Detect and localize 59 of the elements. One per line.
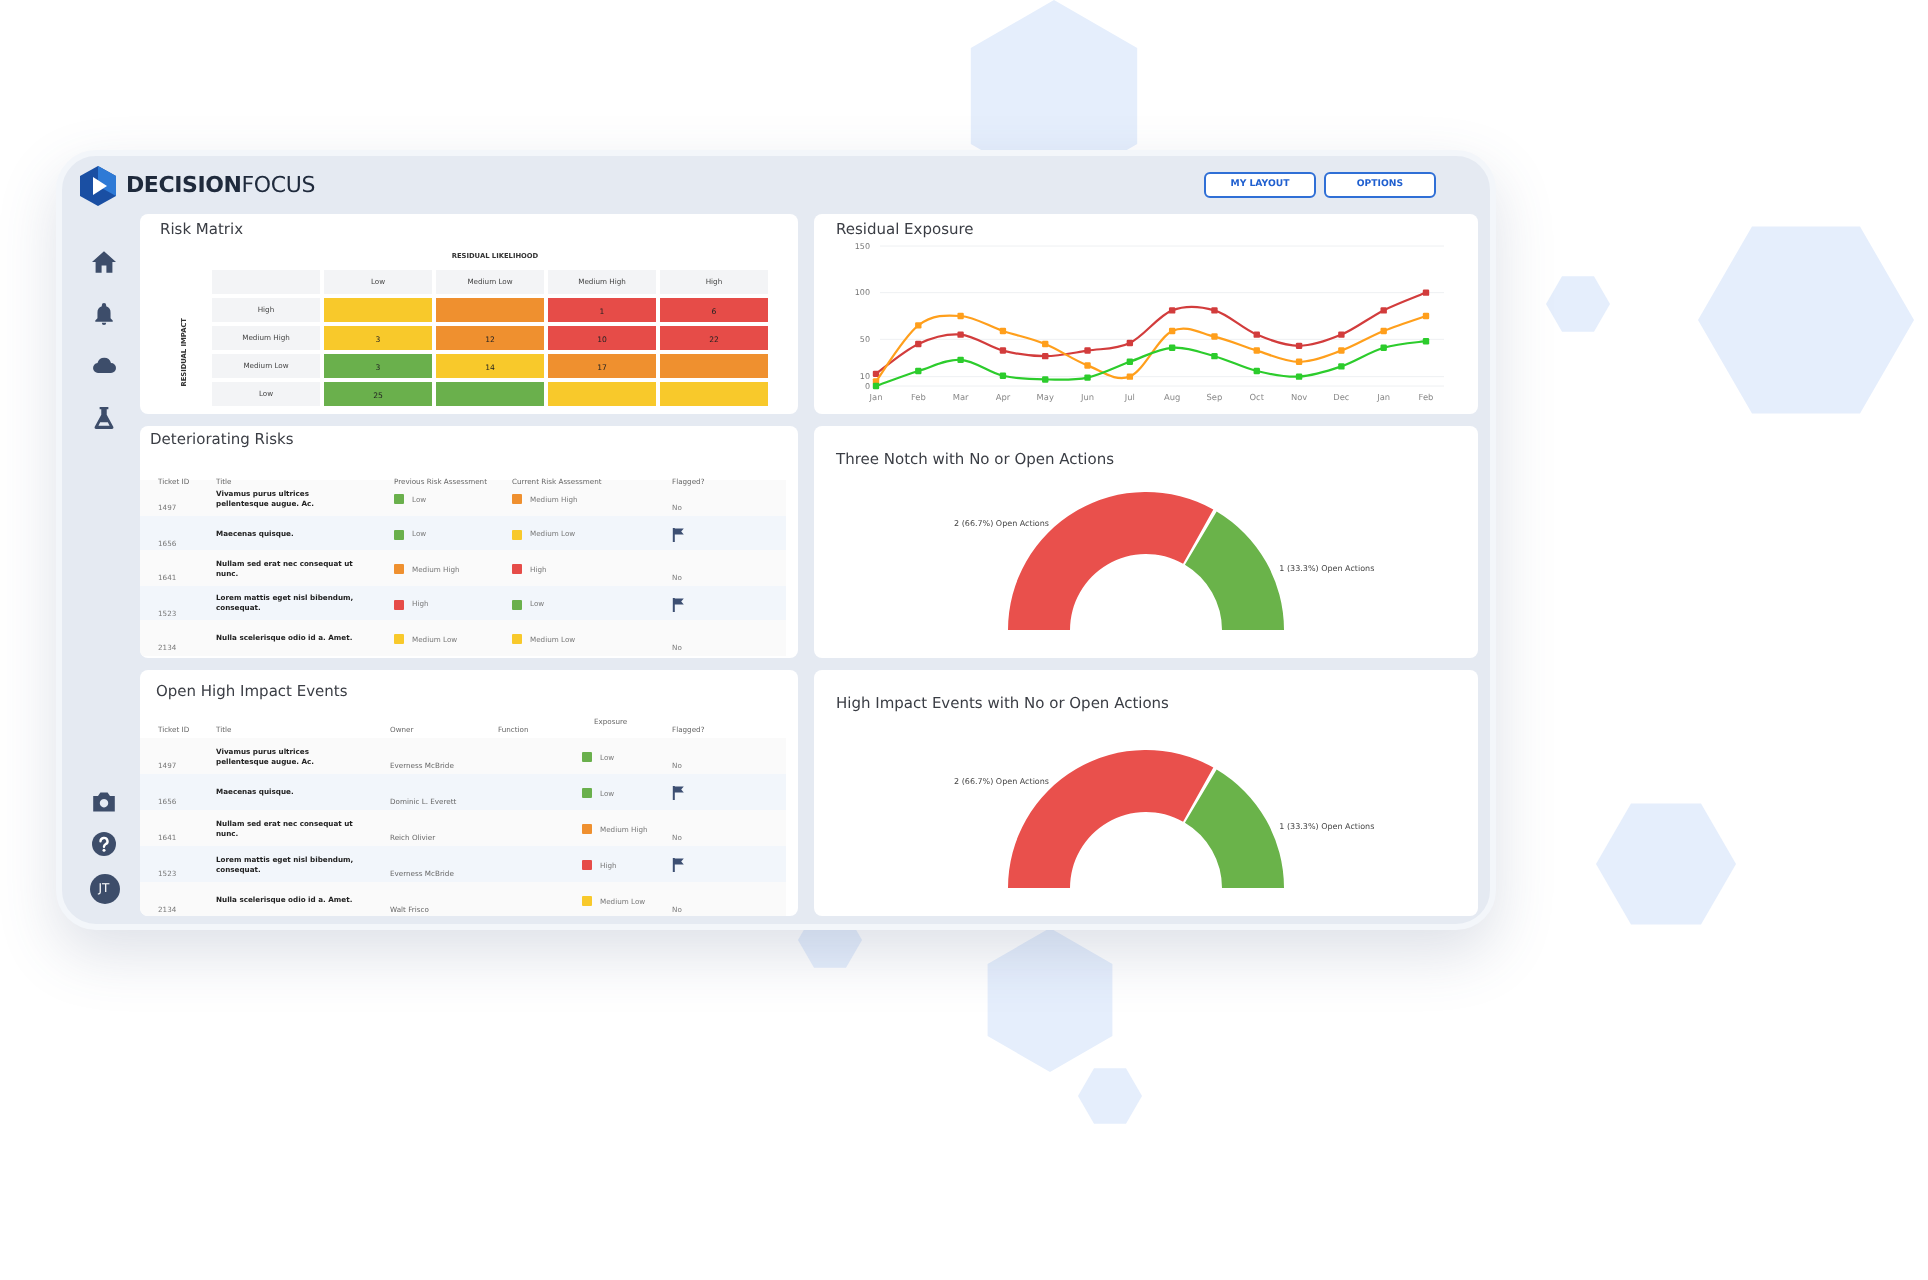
play-hexagon-icon — [80, 165, 116, 205]
data-point — [1042, 352, 1049, 360]
data-point — [1295, 358, 1303, 365]
data-point — [957, 331, 964, 338]
data-point — [1042, 340, 1049, 348]
data-point — [957, 356, 964, 364]
data-point — [999, 347, 1007, 354]
data-point — [1168, 327, 1176, 335]
matrix-cell[interactable] — [548, 382, 656, 406]
data-point — [999, 372, 1007, 379]
flag-icon[interactable] — [672, 597, 684, 612]
camera-icon[interactable] — [92, 790, 116, 814]
flag-icon[interactable] — [672, 858, 684, 872]
data-point — [1295, 373, 1303, 380]
hexagon-shape — [1546, 276, 1610, 332]
data-point — [1084, 362, 1091, 369]
data-point — [1253, 331, 1260, 338]
brand-name: DECISIONFOCUS — [126, 172, 315, 198]
matrix-cell[interactable] — [324, 298, 432, 322]
matrix-cell[interactable] — [660, 354, 768, 378]
hexagon-shape — [1596, 803, 1736, 925]
data-point — [1253, 347, 1260, 354]
matrix-cell[interactable] — [436, 382, 544, 406]
data-point — [1422, 289, 1430, 296]
data-point — [1338, 331, 1345, 338]
bell-icon[interactable] — [92, 302, 116, 326]
data-point — [1126, 358, 1134, 365]
data-point — [1422, 338, 1430, 345]
data-point — [957, 312, 964, 320]
data-point — [1126, 339, 1134, 347]
data-point — [915, 340, 922, 348]
cloud-icon[interactable] — [92, 354, 116, 378]
data-point — [915, 322, 922, 329]
data-point — [1253, 367, 1260, 375]
data-point — [1084, 347, 1091, 354]
home-icon[interactable] — [92, 250, 116, 274]
data-point — [1338, 363, 1345, 370]
data-point — [1380, 307, 1387, 314]
flag-icon[interactable] — [672, 527, 684, 542]
data-point — [1126, 373, 1134, 380]
data-point — [1211, 307, 1218, 314]
matrix-cell[interactable] — [436, 298, 544, 322]
data-point — [999, 327, 1007, 335]
help-icon[interactable] — [92, 832, 116, 856]
data-point — [1211, 333, 1218, 340]
data-point — [1042, 376, 1049, 383]
data-point — [1295, 342, 1303, 350]
flag-icon[interactable] — [672, 786, 684, 800]
data-point — [915, 367, 922, 375]
data-point — [1380, 327, 1387, 335]
data-point — [1084, 374, 1091, 381]
data-point — [1380, 344, 1387, 351]
flask-icon[interactable] — [92, 406, 116, 430]
data-point — [1168, 344, 1176, 351]
data-point — [1338, 347, 1345, 354]
matrix-cell[interactable] — [660, 382, 768, 406]
data-point — [1168, 307, 1176, 314]
data-point — [1211, 352, 1218, 360]
data-point — [1422, 312, 1430, 320]
